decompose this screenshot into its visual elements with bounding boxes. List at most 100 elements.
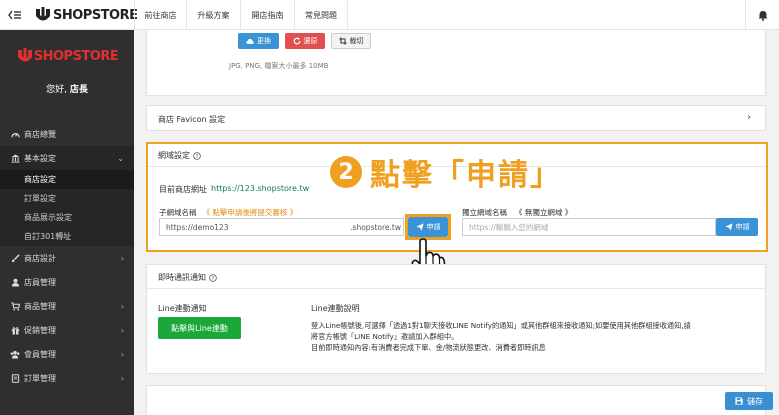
sidebar-toggle-button[interactable]	[6, 8, 24, 22]
subdomain-label-row: 子網域名稱 《 點擊申請後將提交審核 》	[159, 207, 297, 218]
brand-logo[interactable]: SHOPSTORE	[34, 6, 138, 24]
svg-text:?: ?	[196, 154, 199, 160]
own-domain-apply-label: 申請	[735, 223, 750, 231]
crop-image-label: 裁切	[349, 37, 364, 45]
line-desc-line: 登入Line帳號後,可選擇「透過1對1聊天接收LINE Notify的通知」或其…	[311, 321, 691, 330]
own-domain-input[interactable]: https://輸輸入您的網域	[462, 218, 716, 236]
next-card-edge	[146, 385, 766, 415]
top-bar: SHOPSTORE 前往商店 升級方案 開店指南 常見問題	[0, 0, 779, 30]
logo-upload-card: 更換 還原 裁切 JPG, PNG, 檔案大小最多 10MB	[146, 30, 766, 96]
nav-faq[interactable]: 常見問題	[294, 0, 348, 30]
help-icon[interactable]: ?	[209, 273, 217, 282]
nav-upgrade-plan[interactable]: 升級方案	[186, 0, 240, 30]
save-button[interactable]: 儲存	[725, 392, 773, 410]
shopstore-logo-icon	[17, 48, 32, 62]
sidebar-item-label: 商品管理	[24, 301, 56, 311]
order-icon	[10, 373, 20, 383]
chevron-right-icon: ›	[120, 301, 124, 311]
own-domain-apply-button[interactable]: 申請	[716, 218, 758, 236]
greeting-name: 店長	[69, 85, 88, 95]
bell-icon	[758, 10, 767, 21]
subdomain-label: 子網域名稱	[159, 208, 197, 217]
step-annotation: 2 點擊「申請」	[330, 150, 562, 194]
refresh-icon	[293, 37, 300, 45]
sidebar-item-label: 會員管理	[24, 349, 56, 359]
revert-image-label: 還原	[303, 37, 318, 45]
sidebar-item-promotions[interactable]: 促銷管理 ›	[0, 318, 134, 342]
nav-store-guide[interactable]: 開店指南	[240, 0, 294, 30]
subdomain-apply-button[interactable]: 申請	[408, 217, 448, 237]
greeting-prefix: 您好,	[46, 85, 67, 95]
save-label: 儲存	[747, 396, 763, 406]
nav-go-to-store[interactable]: 前往商店	[134, 0, 186, 30]
sidebar-subitem-order-settings[interactable]: 訂單設定	[0, 189, 134, 208]
sidebar-item-members[interactable]: 會員管理 ›	[0, 342, 134, 366]
line-notify-label: Line連動通知	[158, 304, 207, 313]
cart-icon	[10, 301, 20, 311]
chevron-right-icon: ›	[120, 349, 124, 359]
favicon-title: 商店 Favicon 設定	[158, 115, 226, 124]
notify-title-row: 即時通訊通知 ?	[158, 272, 217, 283]
line-desc-title: Line連動說明	[311, 304, 360, 313]
crop-icon	[338, 37, 347, 45]
subdomain-input[interactable]: https://demo123 .shopstore.tw	[159, 218, 404, 236]
chevron-down-icon: ⌄	[117, 153, 124, 163]
instant-notify-card: 即時通訊通知 ? Line連動通知 點擊與Line連動 Line連動說明 登入L…	[146, 264, 766, 374]
subdomain-value: https://demo123	[166, 222, 229, 232]
notification-button[interactable]	[745, 0, 779, 30]
current-url-row: 目前商店網址 https://123.shopstore.tw	[159, 184, 309, 195]
line-connect-button[interactable]: 點擊與Line連動	[158, 317, 241, 339]
step-number-badge: 2	[330, 156, 362, 188]
revert-image-button[interactable]: 還原	[285, 33, 325, 49]
cloud-upload-icon	[246, 38, 254, 44]
dashboard-icon	[10, 129, 20, 139]
sidebar-item-label: 訂單管理	[24, 373, 56, 383]
change-image-button[interactable]: 更換	[238, 33, 279, 49]
domain-settings-card: 網域設定 ? 2 點擊「申請」 目前商店網址 https://123.shops…	[146, 142, 768, 252]
user-icon	[10, 277, 20, 287]
chevron-right-icon: ›	[120, 373, 124, 383]
step-instruction: 點擊「申請」	[370, 158, 562, 193]
gift-icon	[10, 325, 20, 335]
sidebar-subitem-product-display[interactable]: 商品展示設定	[0, 208, 134, 227]
own-domain-label: 獨立網域名稱	[462, 208, 507, 217]
sidebar-item-label: 店員管理	[24, 277, 56, 287]
favicon-card[interactable]: 商店 Favicon 設定 ›	[146, 105, 766, 131]
help-icon[interactable]: ?	[193, 151, 201, 160]
sidebar-brand-name: SHOPSTORE	[33, 48, 119, 64]
sidebar-menu: 商店總覽 基本設定 ⌄ 商店設定 訂單設定 商品展示設定 自訂301轉址 商店設…	[0, 122, 134, 390]
sidebar-item-staff[interactable]: 店員管理	[0, 270, 134, 294]
sidebar-subitem-301-redirect[interactable]: 自訂301轉址	[0, 227, 134, 246]
sidebar-item-label: 促銷管理	[24, 325, 56, 335]
divider	[147, 288, 765, 289]
floppy-icon	[735, 397, 743, 405]
top-nav: 前往商店 升級方案 開店指南 常見問題	[134, 0, 348, 30]
brand-name: SHOPSTORE	[53, 7, 138, 23]
brush-icon	[10, 253, 20, 263]
send-icon	[415, 223, 424, 231]
notify-title: 即時通訊通知	[158, 273, 206, 282]
subdomain-suffix: .shopstore.tw	[350, 222, 401, 232]
sidebar-item-products[interactable]: 商品管理 ›	[0, 294, 134, 318]
sidebar-item-basic-settings[interactable]: 基本設定 ⌄	[0, 146, 134, 170]
users-icon	[10, 349, 20, 359]
sidebar-item-store-design[interactable]: 商店設計 ›	[0, 246, 134, 270]
chevron-right-icon: ›	[747, 112, 751, 123]
subdomain-apply-label: 申請	[426, 223, 441, 231]
svg-text:?: ?	[212, 276, 215, 282]
subdomain-note: 《 點擊申請後將提交審核 》	[202, 208, 298, 217]
line-desc-line: 目前即時通知內容:有消費者完成下單、金/物流狀態更改、消費者即時訊息	[311, 343, 546, 352]
sidebar-item-dashboard[interactable]: 商店總覽	[0, 122, 134, 146]
shopstore-logo-icon	[36, 7, 50, 21]
greeting: 您好, 店長	[0, 82, 134, 95]
change-image-label: 更換	[257, 37, 271, 45]
bank-icon	[10, 153, 20, 163]
chevron-right-icon: ›	[120, 325, 124, 335]
menu-icon	[8, 10, 21, 20]
sidebar-subitem-store-settings[interactable]: 商店設定	[0, 170, 134, 189]
crop-image-button[interactable]: 裁切	[331, 33, 371, 49]
chevron-right-icon: ›	[120, 253, 124, 263]
current-url-value[interactable]: https://123.shopstore.tw	[211, 184, 309, 195]
sidebar-item-orders[interactable]: 訂單管理 ›	[0, 366, 134, 390]
line-desc-body: 登入Line帳號後,可選擇「透過1對1聊天接收LINE Notify的通知」或其…	[311, 320, 761, 353]
